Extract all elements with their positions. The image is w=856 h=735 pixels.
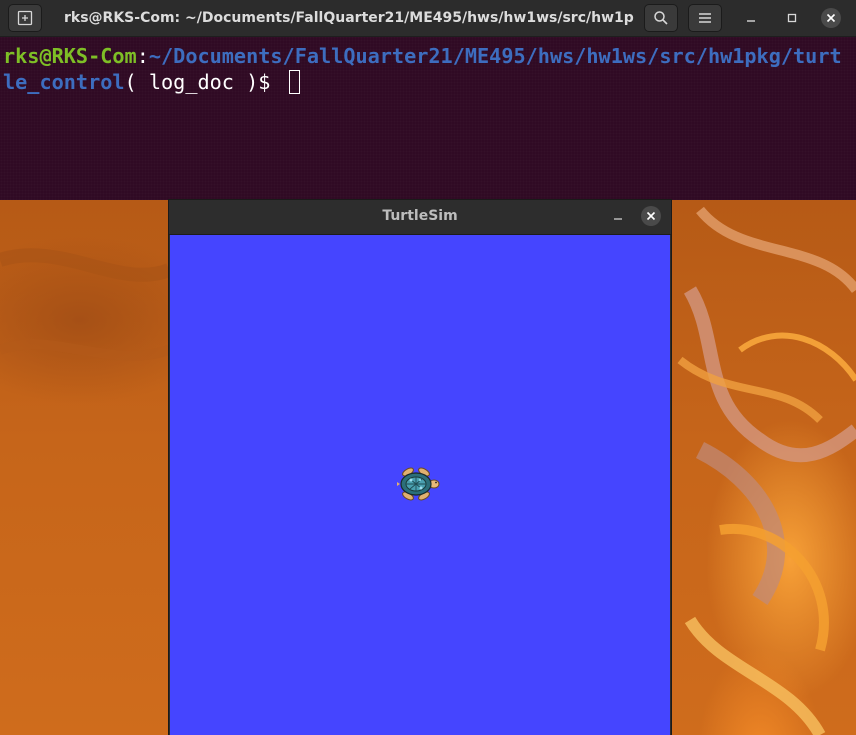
turtle-icon [397, 467, 440, 501]
turtlesim-header-bar: TurtleSim [169, 200, 671, 235]
new-tab-icon [17, 10, 33, 26]
close-icon [646, 211, 656, 221]
turtlesim-close-button[interactable] [641, 206, 661, 226]
hamburger-menu-icon [699, 13, 711, 23]
close-button[interactable] [821, 8, 841, 28]
minimize-icon [614, 218, 622, 220]
turtlesim-minimize-button[interactable] [609, 207, 627, 225]
hamburger-menu-button[interactable] [688, 4, 722, 32]
terminal-title: rks@RKS-Com: ~/Documents/FallQuarter21/M… [64, 10, 634, 26]
prompt-separator: : [136, 44, 149, 68]
search-icon [654, 11, 668, 25]
minimize-icon [747, 20, 755, 22]
prompt-suffix: ( log_doc )$ [124, 70, 283, 94]
search-button[interactable] [644, 4, 678, 32]
new-tab-button[interactable] [8, 4, 42, 32]
terminal-output[interactable]: rks@RKS-Com:~/Documents/FallQuarter21/ME… [3, 43, 853, 95]
terminal-window[interactable]: rks@RKS-Com: ~/Documents/FallQuarter21/M… [0, 0, 856, 200]
minimize-button[interactable] [741, 8, 761, 28]
terminal-header-bar: rks@RKS-Com: ~/Documents/FallQuarter21/M… [0, 0, 856, 37]
turtlesim-title: TurtleSim [382, 208, 458, 224]
turtlesim-canvas [170, 235, 670, 735]
turtlesim-window[interactable]: TurtleSim [169, 200, 671, 735]
prompt-user-host: rks@RKS-Com [3, 44, 137, 68]
close-icon [826, 13, 836, 23]
maximize-button[interactable] [782, 8, 802, 28]
terminal-cursor [288, 70, 300, 94]
maximize-icon [787, 13, 797, 23]
